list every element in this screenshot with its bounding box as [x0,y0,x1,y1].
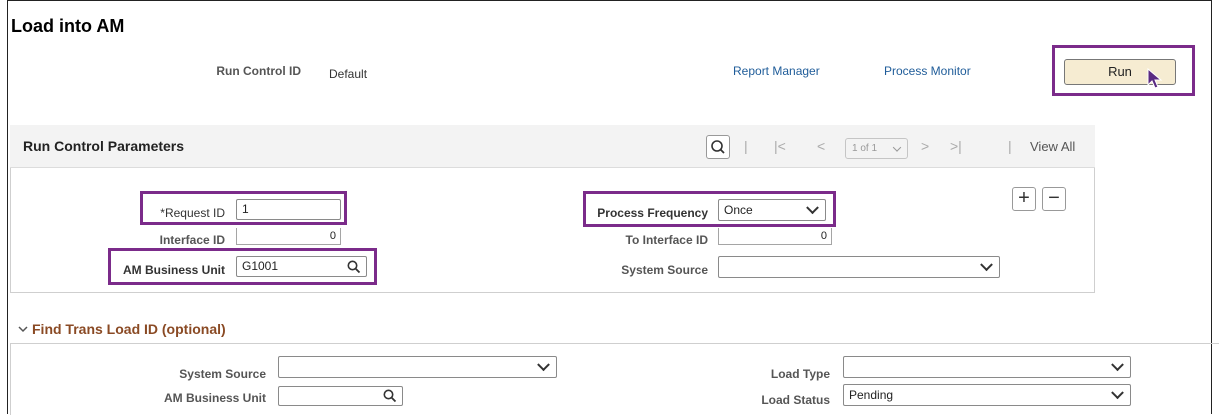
find-system-source-label: System Source [179,367,266,381]
pager-value: 1 of 1 [852,143,878,154]
highlight-process-frequency [583,191,836,227]
last-page-button[interactable]: >| [950,138,962,154]
pager-select[interactable]: 1 of 1 [845,138,908,159]
search-button[interactable] [706,135,730,159]
mouse-pointer-icon [1147,68,1163,89]
page-title: Load into AM [11,16,125,36]
next-page-button[interactable]: > [921,138,929,154]
chevron-down-icon [1111,386,1124,400]
to-interface-id-value: 0 [718,228,832,245]
system-source-label: System Source [621,263,708,277]
to-interface-id-label: To Interface ID [625,233,708,247]
load-status-label: Load Status [761,393,830,407]
find-system-source-select[interactable] [278,356,557,378]
collapse-chevron-icon[interactable] [17,323,29,335]
chevron-down-icon [537,358,550,372]
separator-1: | [744,138,748,154]
chevron-down-icon [980,258,993,272]
search-icon [711,140,725,154]
interface-id-label: Interface ID [159,233,225,247]
chevron-down-icon [892,142,902,152]
highlight-business-unit [108,248,377,285]
find-business-unit-label: AM Business Unit [163,391,266,405]
process-monitor-link[interactable]: Process Monitor [884,64,971,78]
report-manager-link[interactable]: Report Manager [733,64,820,78]
chevron-down-icon [1111,358,1124,372]
system-source-select[interactable] [718,256,1000,278]
highlight-request-id [140,191,347,225]
previous-page-button[interactable]: < [817,138,825,154]
find-section-title[interactable]: Find Trans Load ID (optional) [32,321,226,337]
separator-2: | [1008,138,1012,154]
header-divider [0,106,1205,107]
load-status-select[interactable]: Pending [843,384,1131,406]
load-type-label: Load Type [770,367,830,381]
interface-id-value: 0 [236,228,341,245]
add-row-button[interactable]: + [1012,187,1036,211]
run-control-id-value: Default [329,67,368,81]
remove-row-button[interactable]: − [1042,187,1066,211]
first-page-button[interactable]: |< [774,138,786,154]
load-type-select[interactable] [843,356,1131,378]
view-all-link[interactable]: View All [1030,139,1075,154]
search-icon[interactable] [382,388,398,404]
run-control-id-label: Run Control ID [216,64,301,78]
find-business-unit-input[interactable] [278,386,403,406]
load-status-value: Pending [849,388,894,402]
section-title: Run Control Parameters [23,138,185,154]
highlight-run [1052,45,1195,96]
